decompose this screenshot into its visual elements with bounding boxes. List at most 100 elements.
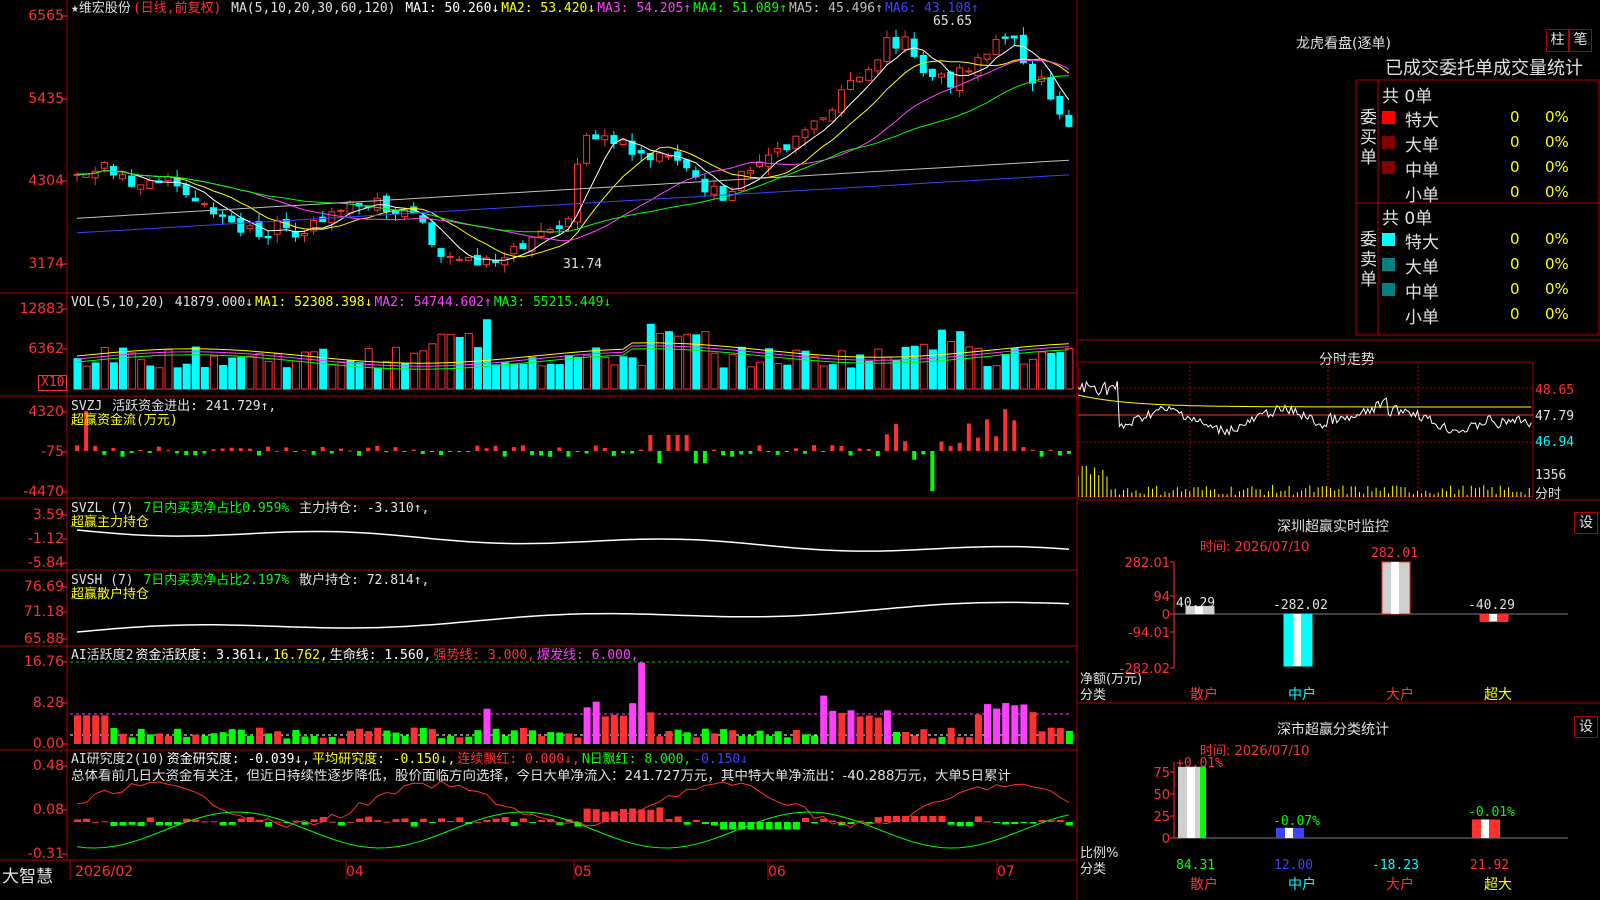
ai1-title[interactable]: AI活跃度2	[71, 648, 133, 663]
indicator-value: -0.150↓	[693, 752, 749, 767]
candle-body	[956, 67, 964, 92]
fundflow-bar	[1012, 420, 1017, 451]
y-tick-label: 3.59	[32, 507, 64, 523]
fundflow-bar	[120, 451, 125, 457]
volume-bar	[583, 354, 592, 390]
activity-bar	[274, 731, 282, 744]
candle-body	[801, 129, 809, 138]
adjust-mode[interactable]: (日线,前复权)	[133, 1, 221, 16]
volume-bar	[501, 362, 510, 390]
volume-bar	[756, 361, 764, 390]
activity-bar	[883, 710, 891, 744]
ai2-title[interactable]: AI研究度2(10)	[71, 752, 165, 767]
y-tick-label: 4304	[28, 173, 64, 189]
activity-bar	[802, 734, 809, 744]
candle-body	[901, 36, 909, 50]
candle-body	[200, 203, 208, 206]
volume-bar	[1056, 352, 1065, 390]
fundflow-bar	[484, 448, 489, 451]
candle-body	[1047, 77, 1055, 100]
research-bar	[410, 822, 418, 827]
activity-bar	[456, 737, 464, 744]
activity-bar	[1011, 705, 1019, 744]
research-bar	[774, 822, 782, 830]
activity-bar	[83, 715, 91, 744]
volume-bar	[364, 348, 373, 390]
research-bar	[1020, 822, 1028, 823]
research-bar	[683, 822, 691, 825]
fundflow-bar	[621, 451, 625, 454]
volume-bar	[146, 365, 155, 390]
y-tick-label: 76.69	[23, 579, 64, 595]
ma-line	[76, 59, 1070, 242]
volume-bar	[1038, 351, 1047, 390]
fundflow-bar	[475, 445, 480, 451]
svsh-title[interactable]: SVSH (7)	[71, 573, 134, 588]
x-axis-label[interactable]: 04	[346, 864, 364, 880]
x-axis-label[interactable]: 07	[997, 864, 1015, 880]
activity-bar	[938, 736, 946, 744]
candle-body	[519, 243, 527, 250]
activity-bar	[428, 729, 436, 744]
activity-bar	[984, 704, 991, 744]
volume-bar	[965, 346, 974, 390]
activity-bar	[920, 729, 928, 744]
candle-body	[301, 232, 308, 237]
volume-bar	[91, 362, 100, 390]
research-bar	[1065, 822, 1073, 826]
activity-bar	[893, 731, 900, 744]
fundflow-bar	[593, 445, 598, 451]
fundflow-bar	[202, 451, 207, 454]
svzl-ratio: 7日内买卖净占比0.959%	[143, 501, 290, 516]
volume-bar	[282, 367, 291, 390]
fundflow-bar	[166, 450, 170, 452]
fundflow-bar	[903, 441, 908, 451]
volume-bar	[1001, 354, 1010, 390]
intraday-price-line	[1078, 380, 1532, 437]
activity-bar	[610, 714, 618, 744]
volume-bar	[301, 351, 309, 390]
x-axis-label[interactable]: 06	[768, 864, 786, 880]
activity-bar	[174, 728, 182, 744]
svzl-sub: 超赢主力持仓	[71, 515, 150, 530]
volume-bar	[765, 348, 774, 390]
activity-bar	[292, 730, 300, 744]
candle-body	[1056, 95, 1064, 115]
candle-body	[583, 134, 591, 164]
fundflow-bar	[1003, 409, 1008, 451]
activity-bar	[947, 727, 955, 744]
volume-bar	[628, 357, 637, 390]
volume-bar	[1029, 358, 1037, 390]
x-axis-label[interactable]: 05	[574, 864, 592, 880]
activity-bar	[192, 734, 200, 744]
activity-bar	[738, 735, 746, 744]
fundflow-bar	[493, 445, 498, 451]
volume-bar	[719, 367, 728, 390]
vol-title[interactable]: VOL(5,10,20)	[71, 295, 165, 310]
candle-body	[219, 214, 227, 217]
research-bar	[447, 820, 455, 822]
vol-header: VOL(5,10,20) 41879.000↓ MA1: 52308.398↓ MA…	[71, 295, 615, 310]
research-bar	[228, 822, 236, 825]
research-bar	[984, 821, 991, 823]
candle-body	[473, 254, 481, 266]
research-bar	[1029, 822, 1037, 824]
brand-logo[interactable]: 大智慧	[2, 862, 53, 887]
activity-bar	[110, 728, 118, 744]
svzl-title[interactable]: SVZL (7)	[71, 501, 134, 516]
svzj-title[interactable]: SVZJ	[71, 399, 102, 414]
candle-body	[947, 71, 955, 88]
candle-body	[746, 169, 754, 174]
x-axis-label[interactable]: 2026/02	[75, 864, 133, 880]
candle-body	[655, 152, 663, 162]
activity-bar	[538, 736, 546, 744]
stock-title[interactable]: ★维宏股份	[71, 1, 131, 16]
research-bar	[847, 822, 855, 825]
activity-bar	[265, 733, 273, 744]
volume-bar	[137, 359, 146, 390]
activity-bar	[747, 735, 755, 744]
volume-bar	[546, 363, 555, 390]
candle-body	[501, 257, 509, 266]
activity-bar	[647, 712, 655, 744]
activity-bar	[447, 735, 455, 744]
